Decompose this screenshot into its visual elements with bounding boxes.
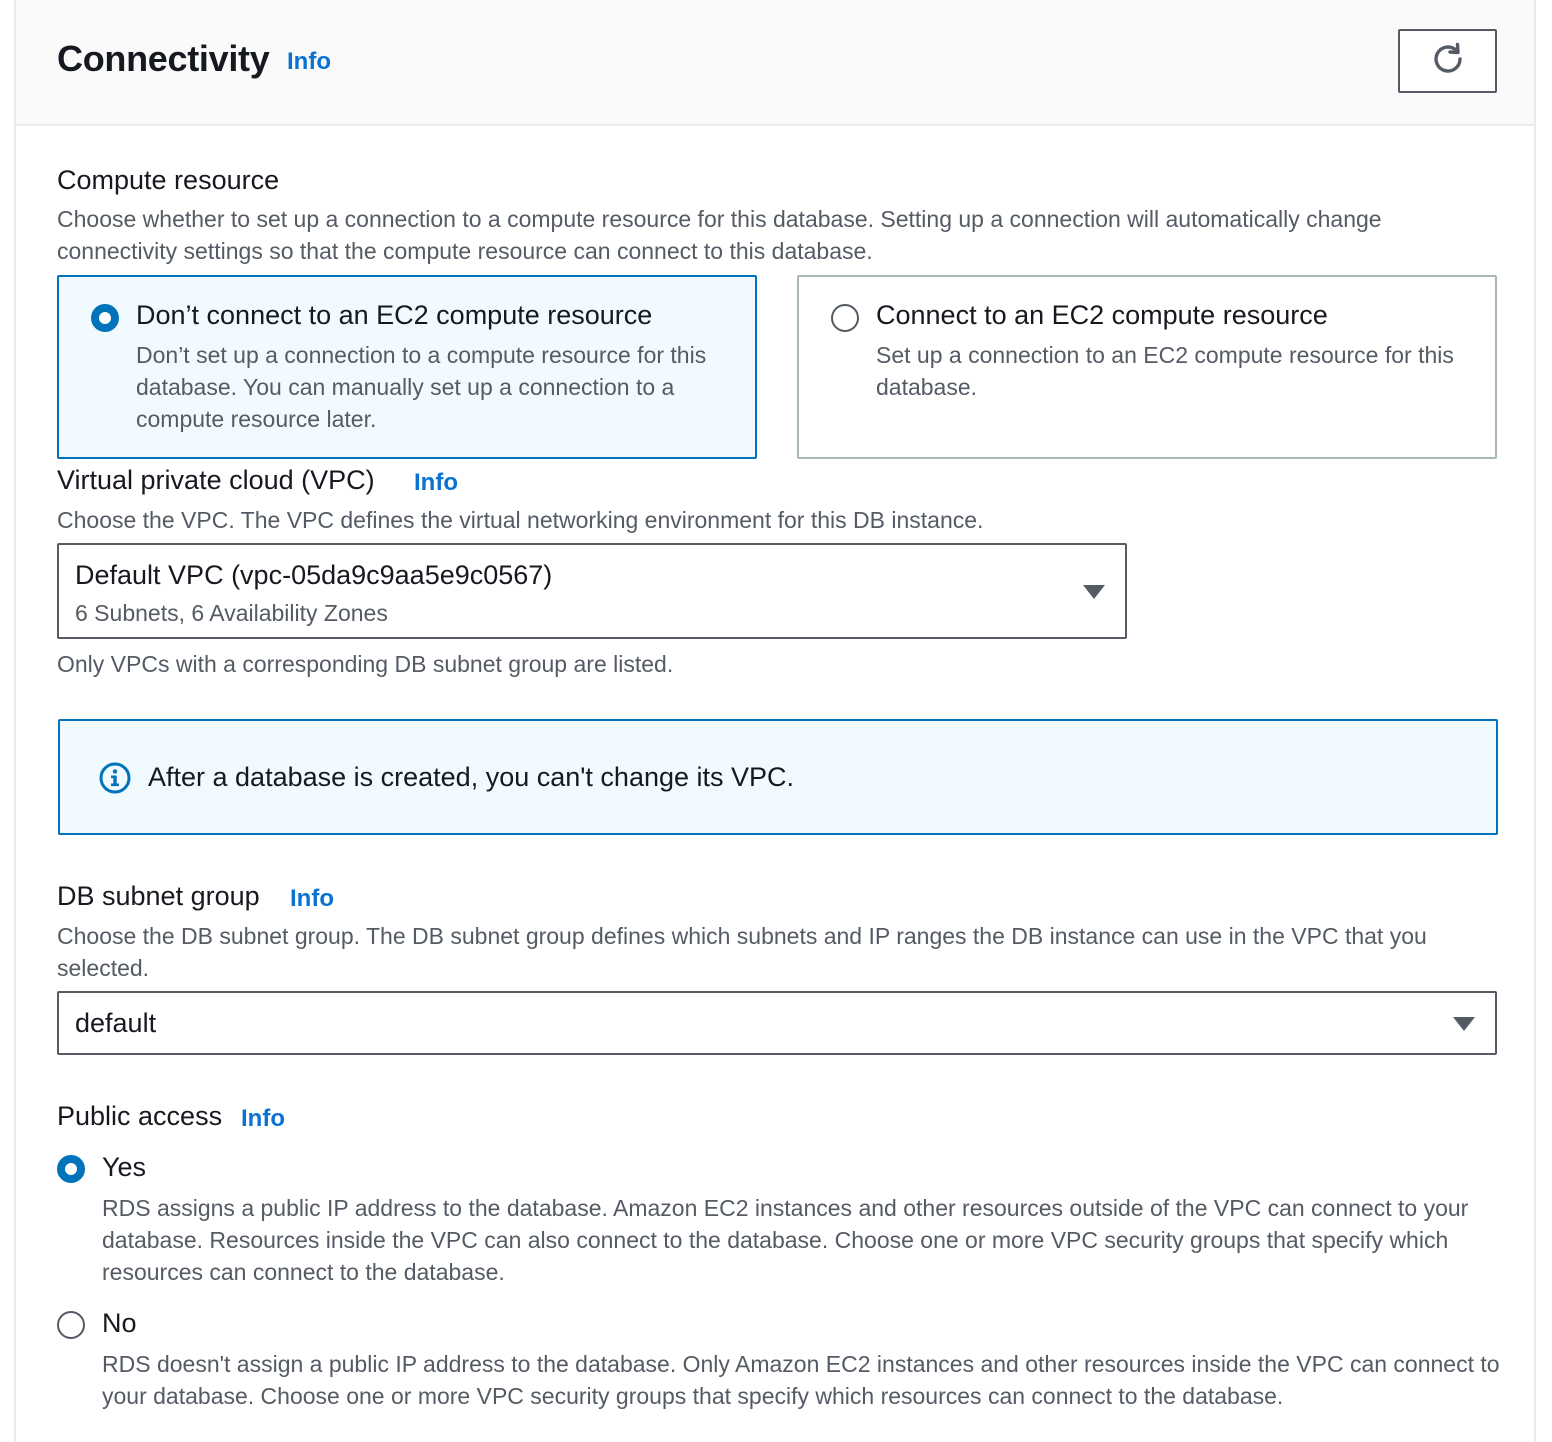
vpc-selected-value: Default VPC (vpc-05da9c9aa5e9c0567)	[75, 560, 553, 590]
tile-connect-description: Set up a connection to an EC2 compute re…	[876, 342, 1454, 400]
vpc-select[interactable]: Default VPC (vpc-05da9c9aa5e9c0567) 6 Su…	[57, 543, 1127, 639]
public-access-yes-description: RDS assigns a public IP address to the d…	[102, 1195, 1469, 1285]
vpc-selected-subtext: 6 Subnets, 6 Availability Zones	[75, 600, 388, 626]
public-access-info-link[interactable]: Info	[241, 1105, 285, 1133]
tile-connect-title: Connect to an EC2 compute resource	[876, 300, 1328, 330]
vpc-info-link[interactable]: Info	[414, 469, 458, 497]
refresh-button[interactable]	[1398, 29, 1497, 93]
vpc-info-alert-text: After a database is created, you can't c…	[148, 762, 795, 792]
page-title: Connectivity	[57, 38, 270, 79]
chevron-down-icon	[1453, 1017, 1475, 1031]
subnet-group-selected-value: default	[75, 1008, 157, 1038]
subnet-group-label: DB subnet group	[57, 881, 260, 911]
subnet-group-info-link[interactable]: Info	[290, 885, 334, 913]
chevron-down-icon	[1083, 585, 1105, 599]
public-access-no-description: RDS doesn't assign a public IP address t…	[102, 1351, 1500, 1409]
panel-header: Connectivity Info	[16, 0, 1534, 126]
tile-dont-connect-description: Don’t set up a connection to a compute r…	[136, 342, 707, 432]
public-access-label: Public access	[57, 1101, 223, 1131]
tile-connect-ec2[interactable]: Connect to an EC2 compute resource Set u…	[797, 275, 1497, 459]
connectivity-info-link[interactable]: Info	[287, 48, 331, 76]
radio-public-access-no[interactable]	[57, 1311, 85, 1339]
info-circle-icon	[98, 761, 132, 800]
vpc-hint: Only VPCs with a corresponding DB subnet…	[57, 651, 674, 677]
subnet-group-select[interactable]: default	[57, 991, 1497, 1055]
tile-dont-connect-title: Don’t connect to an EC2 compute resource	[136, 300, 653, 330]
connectivity-panel: Connectivity Info Compute resource Choos…	[14, 0, 1536, 1442]
subnet-group-description: Choose the DB subnet group. The DB subne…	[57, 923, 1427, 981]
radio-connect-ec2[interactable]	[831, 304, 859, 332]
refresh-icon	[1430, 41, 1466, 82]
compute-resource-label: Compute resource	[57, 165, 280, 195]
radio-public-access-yes[interactable]	[57, 1155, 85, 1183]
vpc-label: Virtual private cloud (VPC)	[57, 465, 375, 495]
vpc-description: Choose the VPC. The VPC defines the virt…	[57, 507, 984, 533]
public-access-yes-label[interactable]: Yes	[102, 1152, 146, 1183]
vpc-info-alert: After a database is created, you can't c…	[58, 719, 1498, 835]
public-access-no-label[interactable]: No	[102, 1308, 137, 1339]
tile-dont-connect-ec2[interactable]: Don’t connect to an EC2 compute resource…	[57, 275, 757, 459]
compute-resource-description: Choose whether to set up a connection to…	[57, 206, 1382, 264]
radio-dont-connect-ec2[interactable]	[91, 304, 119, 332]
